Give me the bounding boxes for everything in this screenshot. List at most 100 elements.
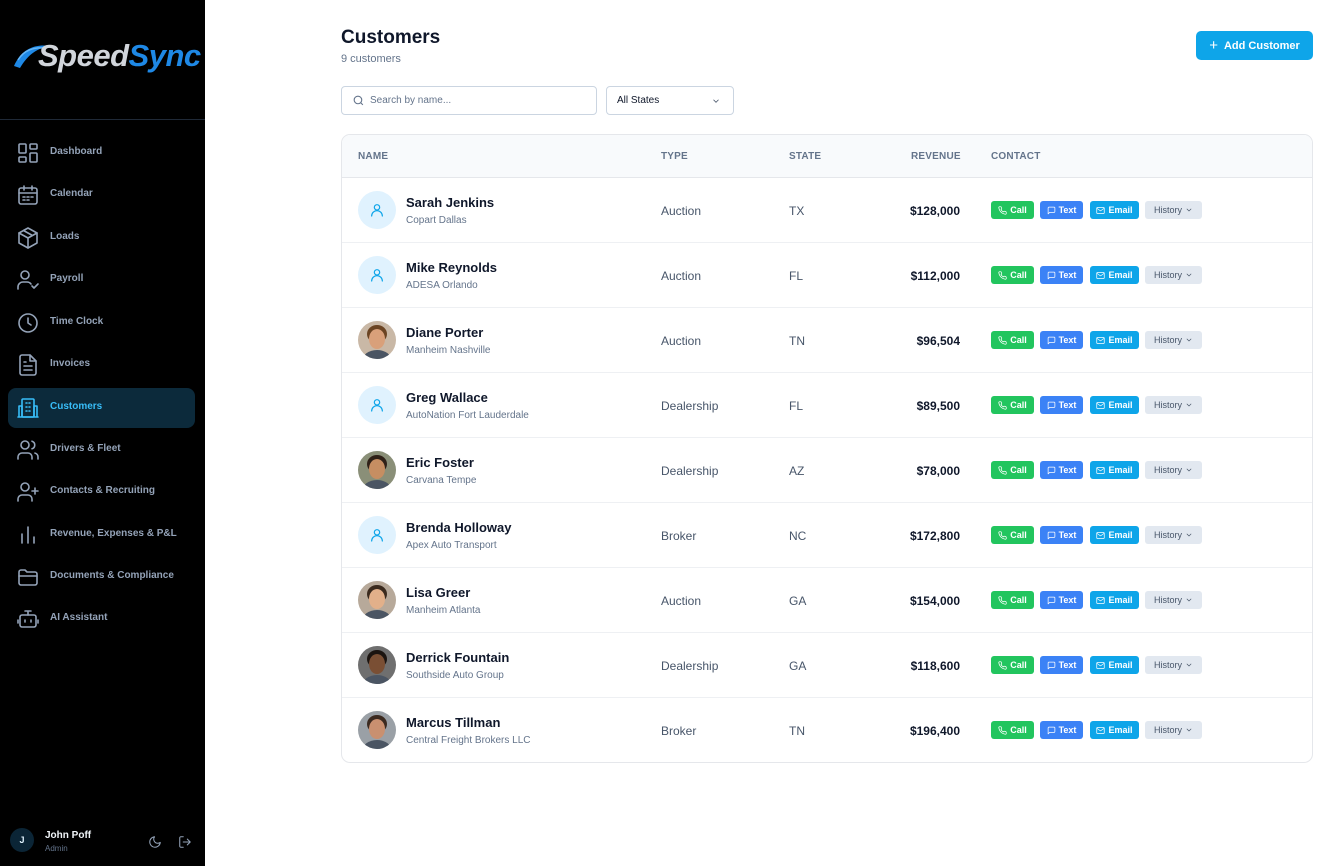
table-row[interactable]: Mike Reynolds ADESA Orlando Auction FL $112,… (342, 243, 1312, 308)
call-button[interactable]: Call (991, 201, 1034, 219)
email-button[interactable]: Email (1090, 201, 1139, 219)
customer-revenue: $128,000 (909, 204, 960, 218)
history-dropdown-button[interactable]: History (1145, 396, 1202, 414)
sidebar-item-documents[interactable]: Documents & Compliance (8, 557, 195, 597)
text-button[interactable]: Text (1040, 331, 1083, 349)
search-input[interactable] (370, 87, 590, 114)
table-row[interactable]: Derrick Fountain Southside Auto Group Deal… (342, 633, 1312, 698)
text-button[interactable]: Text (1040, 396, 1083, 414)
email-button[interactable]: Email (1090, 721, 1139, 739)
table-row[interactable]: Marcus Tillman Central Freight Brokers LL… (342, 698, 1312, 762)
customer-name[interactable]: Derrick Fountain (406, 650, 509, 665)
call-button[interactable]: Call (991, 526, 1034, 544)
customer-name[interactable]: Greg Wallace (406, 390, 488, 405)
calendar-icon (16, 183, 40, 207)
text-button[interactable]: Text (1040, 591, 1083, 609)
call-button[interactable]: Call (991, 461, 1034, 479)
state-filter-select[interactable]: All States (606, 86, 734, 115)
message-icon (1047, 661, 1055, 669)
text-button[interactable]: Text (1040, 656, 1083, 674)
text-button[interactable]: Text (1040, 721, 1083, 739)
sidebar-item-label: Time Clock (50, 316, 104, 327)
history-dropdown-button[interactable]: History (1145, 461, 1202, 479)
sidebar-item-drivers-fleet[interactable]: Drivers & Fleet (8, 430, 195, 470)
sidebar-item-contacts-recruiting[interactable]: Contacts & Recruiting (8, 472, 195, 512)
sidebar-item-ai-assistant[interactable]: AI Assistant (8, 599, 195, 639)
customer-name[interactable]: Eric Foster (406, 455, 474, 470)
history-dropdown-button[interactable]: History (1145, 656, 1202, 674)
text-button[interactable]: Text (1040, 201, 1083, 219)
brand-logo[interactable]: SpeedSync (0, 0, 205, 120)
sidebar-item-time-clock[interactable]: Time Clock (8, 303, 195, 343)
history-dropdown-button[interactable]: History (1145, 266, 1202, 284)
email-button[interactable]: Email (1090, 656, 1139, 674)
customer-revenue: $112,000 (910, 269, 960, 283)
sidebar-item-calendar[interactable]: Calendar (8, 175, 195, 215)
history-dropdown-button[interactable]: History (1145, 526, 1202, 544)
call-button[interactable]: Call (991, 396, 1034, 414)
customer-revenue: $172,800 (909, 529, 960, 543)
phone-icon (998, 205, 1007, 215)
email-button[interactable]: Email (1090, 526, 1139, 544)
table-row[interactable]: Greg Wallace AutoNation Fort Lauderdale De… (342, 373, 1312, 438)
history-dropdown-button[interactable]: History (1145, 721, 1202, 739)
history-dropdown-button[interactable]: History (1145, 331, 1202, 349)
email-button[interactable]: Email (1090, 461, 1139, 479)
column-header-revenue[interactable]: REVENUE (911, 151, 961, 162)
customer-name[interactable]: Brenda Holloway (406, 520, 511, 535)
call-button[interactable]: Call (991, 591, 1034, 609)
text-button[interactable]: Text (1040, 461, 1083, 479)
table-row[interactable]: Brenda Holloway Apex Auto Transport Broker… (342, 503, 1312, 568)
folder-icon (16, 565, 40, 589)
text-button[interactable]: Text (1040, 526, 1083, 544)
table-row[interactable]: Sarah Jenkins Copart Dallas Auction TX $128,… (342, 178, 1312, 243)
chevron-down-icon (1186, 728, 1192, 732)
email-button[interactable]: Email (1090, 266, 1139, 284)
email-button[interactable]: Email (1090, 331, 1139, 349)
customer-name[interactable]: Marcus Tillman (406, 715, 500, 730)
customer-revenue: $89,500 (916, 399, 960, 413)
column-header-name[interactable]: NAME (358, 151, 388, 162)
customer-name[interactable]: Diane Porter (406, 325, 483, 340)
user-avatar[interactable]: J (10, 828, 34, 852)
sidebar-item-dashboard[interactable]: Dashboard (8, 133, 195, 173)
user-check-icon (16, 268, 40, 292)
avatar-photo (358, 646, 396, 684)
sidebar-item-loads[interactable]: Loads (8, 218, 195, 258)
column-header-state[interactable]: STATE (789, 151, 821, 162)
customer-name[interactable]: Lisa Greer (406, 585, 470, 600)
email-button[interactable]: Email (1090, 591, 1139, 609)
call-button[interactable]: Call (991, 331, 1034, 349)
sidebar-item-revenue[interactable]: Revenue, Expenses & P&L (8, 515, 195, 555)
customer-company: ADESA Orlando (406, 280, 478, 291)
text-button[interactable]: Text (1040, 266, 1083, 284)
sidebar-item-label: Documents & Compliance (50, 570, 174, 581)
call-button[interactable]: Call (991, 721, 1034, 739)
table-row[interactable]: Eric Foster Carvana Tempe Dealership AZ $78,… (342, 438, 1312, 503)
email-button[interactable]: Email (1090, 396, 1139, 414)
page-title: Customers (341, 27, 441, 48)
sidebar-item-invoices[interactable]: Invoices (8, 345, 195, 385)
sidebar-item-payroll[interactable]: Payroll (8, 260, 195, 300)
column-header-type[interactable]: TYPE (661, 151, 688, 162)
history-dropdown-button[interactable]: History (1145, 201, 1202, 219)
state-filter-value: All States (617, 95, 660, 106)
message-icon (1047, 336, 1055, 344)
customer-name[interactable]: Mike Reynolds (406, 260, 497, 275)
call-button[interactable]: Call (991, 266, 1034, 284)
theme-toggle-moon-icon[interactable] (148, 835, 162, 849)
customer-name[interactable]: Sarah Jenkins (406, 195, 494, 210)
column-header-contact: CONTACT (991, 151, 1041, 162)
call-button[interactable]: Call (991, 656, 1034, 674)
brand-sync: Sync (128, 38, 202, 73)
search-icon (352, 94, 365, 107)
logout-icon[interactable] (178, 835, 192, 849)
sidebar-item-customers[interactable]: Customers (8, 388, 195, 428)
history-dropdown-button[interactable]: History (1145, 591, 1202, 609)
message-icon (1047, 531, 1055, 539)
table-row[interactable]: Diane Porter Manheim Nashville Auction TN $9… (342, 308, 1312, 373)
table-row[interactable]: Lisa Greer Manheim Atlanta Auction GA $154,0… (342, 568, 1312, 633)
avatar-placeholder-user-icon (358, 256, 396, 294)
add-customer-button[interactable]: + Add Customer (1196, 31, 1313, 60)
add-customer-label: Add Customer (1223, 39, 1300, 52)
